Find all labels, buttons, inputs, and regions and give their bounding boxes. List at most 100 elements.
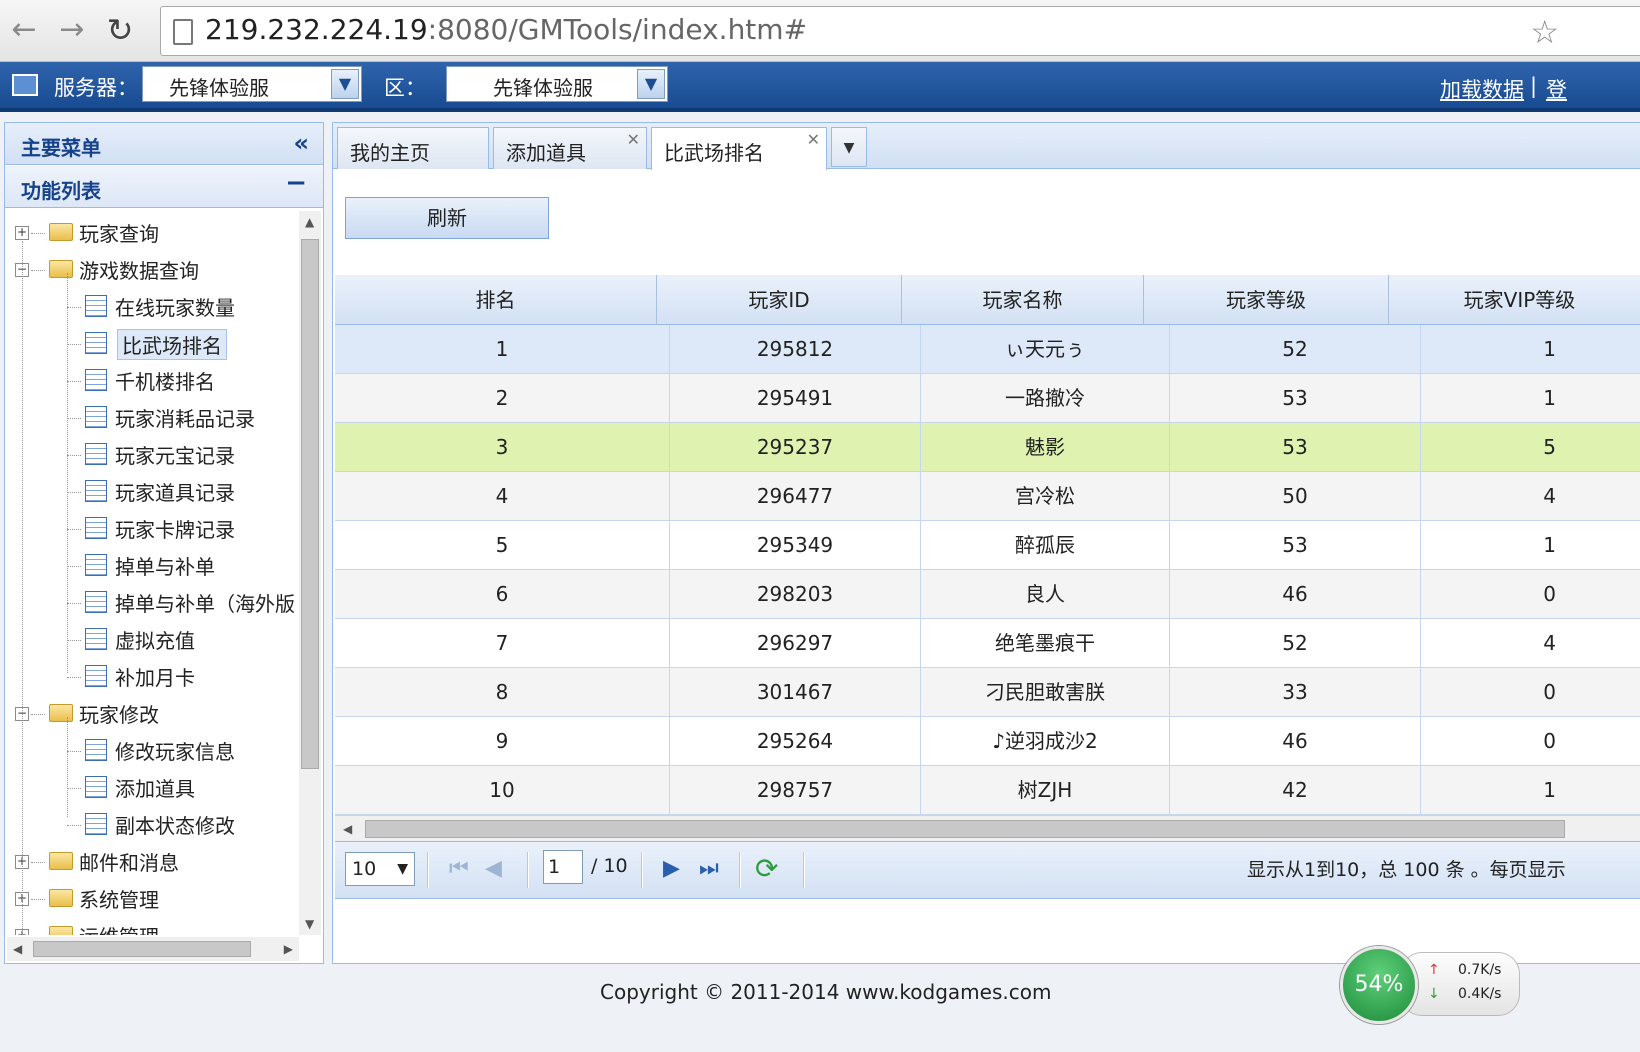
network-speed-widget[interactable]: 54% ↑ 0.7K/s ↓ 0.4K/s [1340,946,1520,1024]
zone-select[interactable]: 先锋体验服 ▼ [446,66,668,102]
tree-label: 副本状态修改 [115,814,235,838]
chevron-down-icon[interactable]: ▼ [844,140,855,156]
grid-horizontal-scrollbar[interactable]: ◀ [335,815,1640,841]
login-link[interactable]: 登 [1546,74,1567,104]
last-page-icon[interactable]: ⏭ [699,856,719,881]
tree-item[interactable]: 修改玩家信息 [5,733,299,769]
column-header[interactable]: 排名 [335,275,657,325]
tree-connector [67,273,68,673]
table-row[interactable]: 7 296297 绝笔墨痕干 52 4 [335,619,1640,668]
tree-item[interactable]: 副本状态修改 [5,807,299,843]
tree-connector [31,714,45,715]
scroll-down-icon[interactable]: ▼ [305,917,314,931]
prev-page-icon[interactable]: ◀ [485,856,502,881]
table-cell: 4 [1421,472,1640,520]
tree-connector [67,418,81,419]
column-header[interactable]: 玩家ID [657,275,902,325]
tab-arena-ranking[interactable]: 比武场排名 ✕ [651,127,827,170]
address-bar[interactable]: 219.232.224.19:8080/GMTools/index.htm# ☆ [160,6,1640,56]
column-header[interactable]: 玩家名称 [902,275,1144,325]
refresh-icon[interactable]: ⟳ [755,852,778,885]
table-cell: 7 [335,619,670,667]
table-row[interactable]: 6 298203 良人 46 0 [335,570,1640,619]
load-data-link[interactable]: 加载数据 [1440,74,1524,104]
tree-folder[interactable]: +运维管理 [5,918,299,935]
tree-item[interactable]: 补加月卡 [5,659,299,695]
page-icon [173,19,193,45]
table-cell: 50 [1170,472,1421,520]
back-icon[interactable]: ← [6,10,42,50]
table-row[interactable]: 5 295349 醉孤辰 53 1 [335,521,1640,570]
double-chevron-left-icon[interactable]: « [293,129,309,157]
scroll-up-icon[interactable]: ▲ [305,215,314,229]
tree-folder[interactable]: + 玩家查询 [5,215,299,251]
first-page-icon[interactable]: ⏮ [449,856,469,881]
table-row[interactable]: 8 301467 刁民胆敢害朕 33 0 [335,668,1640,717]
tree-item[interactable]: 玩家元宝记录 [5,437,299,473]
tree-expand-icon[interactable]: + [15,226,29,240]
refresh-button[interactable]: 刷新 [345,197,549,239]
tree-connector [31,899,45,900]
tree-item[interactable]: 千机楼排名 [5,363,299,399]
server-select[interactable]: 先锋体验服 ▼ [142,66,362,102]
tab-list-dropdown[interactable]: ▼ [831,127,867,167]
tree-folder[interactable]: − 玩家修改 [5,696,299,732]
next-page-icon[interactable]: ▶ [663,856,680,881]
tree-vertical-scrollbar[interactable]: ▲ ▼ [299,211,321,935]
table-row[interactable]: 10 298757 树ZJH 42 1 [335,766,1640,815]
tree-item[interactable]: 玩家卡牌记录 [5,511,299,547]
tab-add-item[interactable]: 添加道具 ✕ [493,127,647,169]
tree-folder[interactable]: + 系统管理 [5,881,299,917]
close-icon[interactable]: ✕ [807,130,820,149]
column-header[interactable]: 玩家VIP等级 [1389,275,1640,325]
page-size-select[interactable]: 10 ▼ [345,852,415,886]
tree-horizontal-scrollbar[interactable]: ◀ ▶ [7,937,299,961]
tab-home[interactable]: 我的主页 [337,127,489,169]
tree-connector [67,344,81,345]
reload-icon[interactable]: ↻ [102,10,138,50]
chevron-down-icon[interactable]: ▼ [397,853,408,885]
zone-label: 区： [384,76,426,100]
table-cell: 宫冷松 [921,472,1170,520]
scroll-thumb[interactable] [301,239,319,769]
tree-item[interactable]: 玩家消耗品记录 [5,400,299,436]
forward-icon[interactable]: → [54,10,90,50]
tree-item[interactable]: 在线玩家数量 [5,289,299,325]
table-cell: ♪逆羽成沙2 [921,717,1170,765]
page-number-input[interactable]: 1 [543,850,583,884]
scroll-left-icon[interactable]: ◀ [13,942,22,956]
tree-item[interactable]: 虚拟充值 [5,622,299,658]
close-icon[interactable]: ✕ [627,130,640,149]
table-cell: 4 [335,472,670,520]
table-row[interactable]: 1 295812 ぃ天元ぅ 52 1 [335,325,1640,374]
table-row[interactable]: 3 295237 魅影 53 5 [335,423,1640,472]
tree-folder[interactable]: − 游戏数据查询 [5,252,299,288]
collapse-minus-icon[interactable]: − [285,168,307,198]
tree-folder[interactable]: + 邮件和消息 [5,844,299,880]
chevron-down-icon[interactable]: ▼ [637,69,665,99]
scroll-right-icon[interactable]: ▶ [284,942,293,956]
chevron-down-icon[interactable]: ▼ [331,69,359,99]
tree-item[interactable]: 掉单与补单（海外版 [5,585,299,621]
tree-label: 修改玩家信息 [115,740,235,764]
accordion-header[interactable]: 功能列表 − [5,166,323,208]
table-row[interactable]: 9 295264 ♪逆羽成沙2 46 0 [335,717,1640,766]
scroll-thumb[interactable] [365,820,1565,838]
tree-item[interactable]: 比武场排名 [5,326,299,362]
url-text: 219.232.224.19:8080/GMTools/index.htm# [205,13,807,46]
table-row[interactable]: 4 296477 宫冷松 50 4 [335,472,1640,521]
table-cell: 53 [1170,423,1421,471]
scroll-thumb[interactable] [33,941,251,957]
tree-item[interactable]: 玩家道具记录 [5,474,299,510]
tab-label: 添加道具 [506,141,586,165]
table-cell: 醉孤辰 [921,521,1170,569]
column-header[interactable]: 玩家等级 [1144,275,1389,325]
tree-item[interactable]: 添加道具 [5,770,299,806]
grid-document-icon [85,739,107,761]
bookmark-star-icon[interactable]: ☆ [1530,13,1559,51]
grid-document-icon [85,480,107,502]
table-row[interactable]: 2 295491 一路撤冷 53 1 [335,374,1640,423]
scroll-left-icon[interactable]: ◀ [343,822,352,836]
tree-item[interactable]: 掉单与补单 [5,548,299,584]
tree-connector [31,862,45,863]
